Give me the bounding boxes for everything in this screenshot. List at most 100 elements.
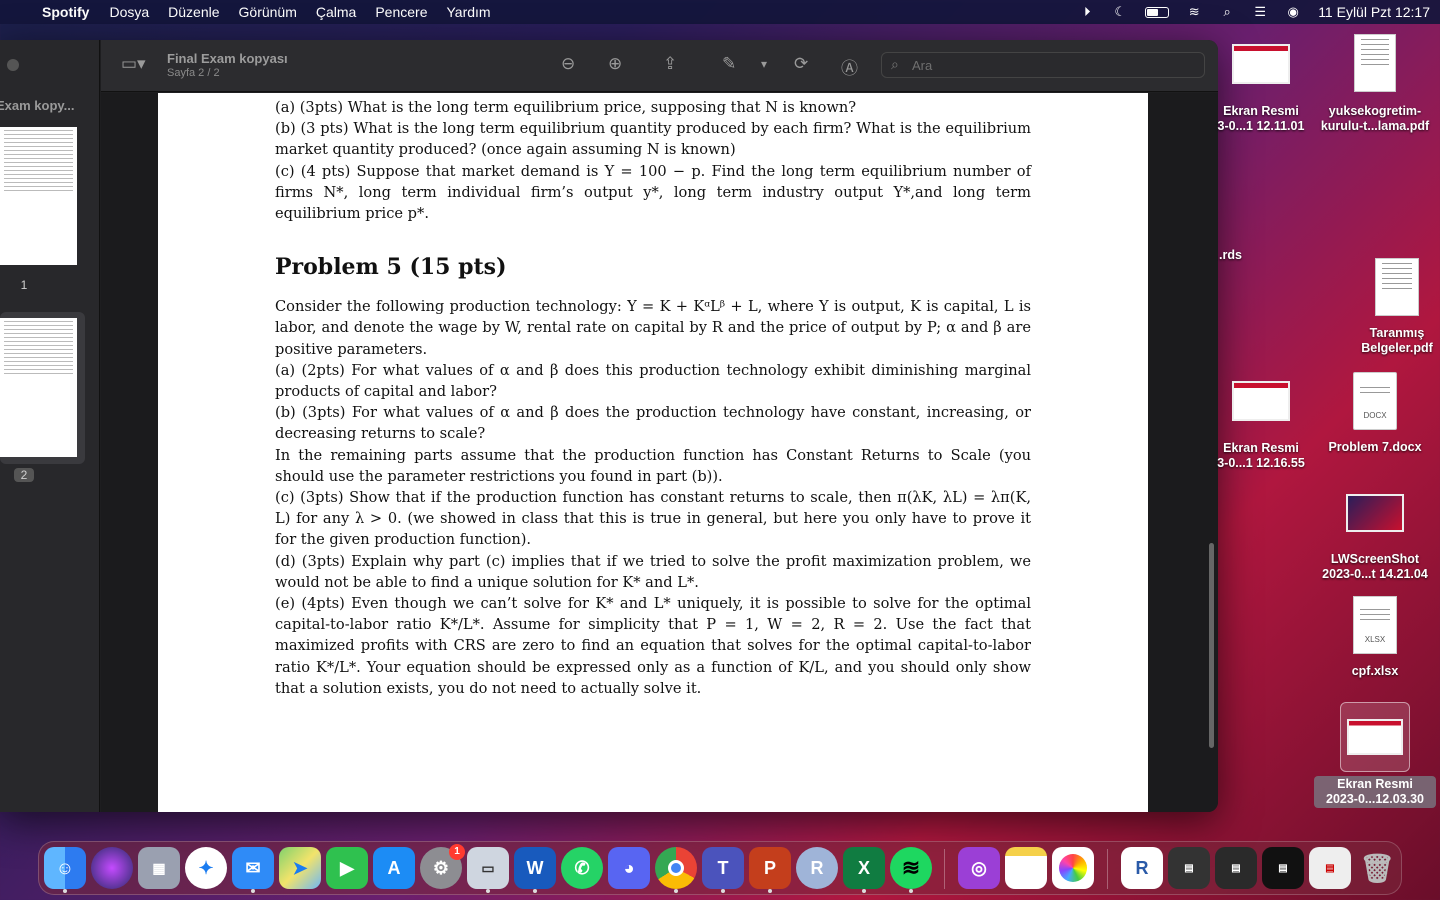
chevron-down-icon[interactable]: ▾ <box>761 57 767 71</box>
dock-finder-icon[interactable]: ☺ <box>44 847 86 889</box>
spotlight-search-icon[interactable]: ⌕ <box>1219 5 1235 19</box>
icon-label: .rds <box>1219 248 1242 262</box>
desktop-icon-cpf-xlsx[interactable]: XLSX cpf.xlsx <box>1316 596 1434 679</box>
thumbnail-image <box>0 318 77 457</box>
question-5a: (a) (2pts) For what values of α and β do… <box>275 361 1031 401</box>
icon-label: Taranmış <box>1369 326 1425 340</box>
dock-recent-window-4[interactable]: ▤ <box>1309 847 1351 889</box>
window-close-button[interactable] <box>7 59 19 71</box>
clock[interactable]: 11 Eylül Pzt 12:17 <box>1318 4 1430 20</box>
dock-discord-icon[interactable]: ◕ <box>608 847 650 889</box>
icon-label: kurulu-t...lama.pdf <box>1320 119 1430 133</box>
menu-dosya[interactable]: Dosya <box>109 4 149 20</box>
menu-bar: Spotify Dosya Düzenle Görünüm Çalma Penc… <box>0 0 1440 24</box>
running-indicator <box>533 889 537 893</box>
thumbnail-page-2[interactable] <box>0 312 85 464</box>
search-field[interactable]: ⌕ Ara <box>881 52 1205 78</box>
document-area[interactable]: (a) (3pts) What is the long term equilib… <box>101 93 1218 812</box>
screenshot-thumbnail <box>1232 44 1290 84</box>
desktop-icon-problem7-docx[interactable]: DOCX Problem 7.docx <box>1316 372 1434 455</box>
dock-powerpoint-icon[interactable]: P <box>749 847 791 889</box>
now-playing-icon[interactable]: ⏵ <box>1079 5 1095 19</box>
zoom-out-icon[interactable]: ⊖ <box>561 54 575 74</box>
desktop-icon-yuksekogretim-pdf[interactable]: yuksekogretim- kurulu-t...lama.pdf <box>1316 34 1434 134</box>
desktop-icon-screenshot-1[interactable]: Ekran Resmi 3-0...1 12.11.01 <box>1216 44 1306 134</box>
dock-podcasts-icon[interactable]: ◎ <box>958 847 1000 889</box>
dock-notes-icon[interactable] <box>1005 847 1047 889</box>
dock-spotify-icon[interactable]: ≋ <box>890 847 932 889</box>
annotate-icon[interactable]: Ⓐ <box>841 54 858 79</box>
question-5d: (d) (3pts) Explain why part (c) implies … <box>275 552 1031 591</box>
running-indicator <box>721 889 725 893</box>
question-4c: (c) (4 pts) Suppose that market demand i… <box>275 162 1031 223</box>
dock-system-settings-icon[interactable]: ⚙ 1 <box>420 844 465 889</box>
share-icon[interactable]: ⇪ <box>663 54 677 74</box>
dock-maps-icon[interactable]: ➤ <box>279 847 321 889</box>
dock-facetime-icon[interactable]: ▶ <box>326 847 368 889</box>
dock-word-icon[interactable]: W <box>514 847 556 889</box>
markup-pen-icon[interactable]: ✎ <box>722 54 736 74</box>
dock-recent-window-1[interactable]: ▤ <box>1168 847 1210 889</box>
focus-moon-icon[interactable]: ☾ <box>1112 5 1128 19</box>
desktop-icon-lwscreenshot[interactable]: LWScreenShot 2023-0...t 14.21.04 <box>1316 494 1434 582</box>
icon-label: Problem 7.docx <box>1328 440 1422 454</box>
thumbnail-page-1[interactable] <box>0 124 85 265</box>
rotate-icon[interactable]: ⟳ <box>794 54 808 74</box>
desktop-icon-rds[interactable]: .rds <box>1219 248 1259 263</box>
file-type-label: DOCX <box>1363 411 1387 420</box>
icon-label: 2023-0...t 14.21.04 <box>1322 567 1428 581</box>
selection-highlight <box>1340 702 1410 772</box>
icon-label: yuksekogretim- <box>1328 104 1422 118</box>
dock-teams-icon[interactable]: T <box>702 847 744 889</box>
desktop-icon-screenshot-2[interactable]: Ekran Resmi 3-0...1 12.16.55 <box>1216 381 1306 471</box>
preview-window: Exam kopy... 1 2 ▭▾ Final Exam kopyası S… <box>0 40 1218 812</box>
siri-icon[interactable]: ◉ <box>1285 5 1301 19</box>
dock-separator <box>1107 849 1108 889</box>
vertical-scrollbar[interactable] <box>1209 543 1214 748</box>
zoom-in-icon[interactable]: ⊕ <box>608 54 622 74</box>
sidebar-toggle-icon[interactable]: ▭▾ <box>121 54 146 74</box>
dock-photos-icon[interactable] <box>1052 847 1094 889</box>
icon-label: Belgeler.pdf <box>1361 341 1433 355</box>
control-center-icon[interactable]: ☰ <box>1252 5 1268 19</box>
dock-recent-window-2[interactable]: ▤ <box>1215 847 1257 889</box>
dock-whatsapp-icon[interactable]: ✆ <box>561 847 603 889</box>
dock-appstore-icon[interactable]: A <box>373 847 415 889</box>
dock-siri-icon[interactable] <box>91 847 133 889</box>
menu-pencere[interactable]: Pencere <box>375 4 427 20</box>
running-indicator <box>862 889 866 893</box>
dock-excel-icon[interactable]: X <box>843 847 885 889</box>
menu-gorunum[interactable]: Görünüm <box>239 4 297 20</box>
icon-label: 2023-0...12.03.30 <box>1326 792 1424 806</box>
dock-launchpad-icon[interactable]: ▦ <box>138 847 180 889</box>
pdf-file-icon <box>1375 258 1419 316</box>
search-placeholder: Ara <box>912 58 933 73</box>
dock-safari-icon[interactable]: ✦ <box>185 847 227 889</box>
running-indicator <box>674 889 678 893</box>
menu-yardim[interactable]: Yardım <box>447 4 491 20</box>
battery-icon[interactable] <box>1145 6 1170 18</box>
icon-label: Ekran Resmi <box>1223 441 1299 455</box>
problem-5-intro: Consider the following production techno… <box>275 298 1031 358</box>
dock-preview-icon[interactable]: ▭ <box>467 847 509 889</box>
dock-recent-r-icon[interactable]: R <box>1121 847 1163 889</box>
dock-chrome-icon[interactable] <box>655 847 697 889</box>
running-indicator <box>251 889 255 893</box>
question-4a: (a) (3pts) What is the long term equilib… <box>275 99 857 116</box>
wifi-icon[interactable]: ≋ <box>1186 5 1202 19</box>
page-indicator: Sayfa 2 / 2 <box>167 67 220 79</box>
thumbnail-image <box>0 127 77 265</box>
menu-calma[interactable]: Çalma <box>316 4 356 20</box>
desktop-icon-taranmis-belgeler[interactable]: Taranmış Belgeler.pdf <box>1352 258 1440 356</box>
menu-duzenle[interactable]: Düzenle <box>168 4 219 20</box>
problem-5-heading: Problem 5 (15 pts) <box>275 254 507 281</box>
dock-separator <box>944 849 945 889</box>
app-menu-spotify[interactable]: Spotify <box>42 4 89 20</box>
dock-recent-window-3[interactable]: ▤ <box>1262 847 1304 889</box>
dock-mail-icon[interactable]: ✉ <box>232 847 274 889</box>
running-indicator <box>63 889 67 893</box>
desktop-icon-screenshot-3[interactable]: Ekran Resmi 2023-0...12.03.30 <box>1314 702 1436 808</box>
dock-trash-icon[interactable]: 🗑 <box>1356 847 1398 889</box>
dock-r-icon[interactable]: R <box>796 847 838 889</box>
pdf-file-icon <box>1354 34 1396 92</box>
